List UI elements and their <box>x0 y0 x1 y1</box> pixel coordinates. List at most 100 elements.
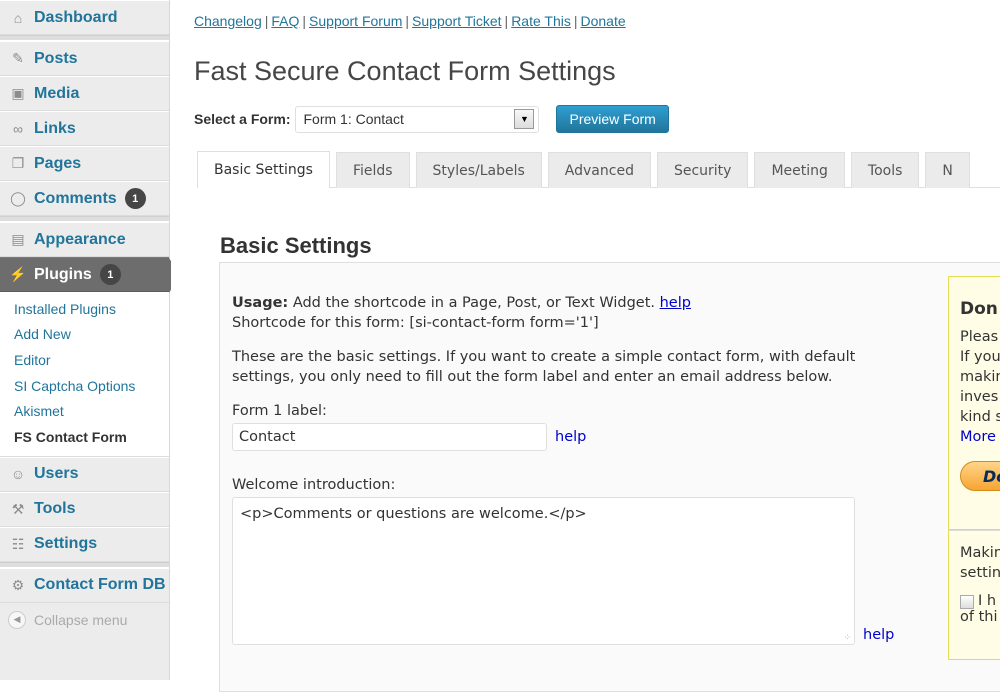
tab-security[interactable]: Security <box>656 152 749 188</box>
donate-line: kind s <box>960 409 1000 425</box>
chevron-down-icon[interactable]: ▼ <box>514 109 535 129</box>
link-separator: | <box>264 13 269 29</box>
form-label-help-link[interactable]: help <box>555 427 586 447</box>
faq-link[interactable]: FAQ <box>271 13 299 29</box>
collapse-menu-label: Collapse menu <box>34 611 128 628</box>
sidebar-item-posts[interactable]: ✎ Posts <box>0 41 169 76</box>
form-label-input[interactable]: Contact <box>232 423 547 451</box>
link-separator: | <box>405 13 410 29</box>
donated-checkbox-label: I h of thi <box>960 593 998 625</box>
tab-next-truncated[interactable]: N <box>925 152 970 188</box>
link-icon: ∞ <box>13 120 23 137</box>
admin-sidebar: ⌂ Dashboard ✎ Posts ▣ Media ∞ Links ❐ Pa… <box>0 0 180 680</box>
sidebar-item-pages[interactable]: ❐ Pages <box>0 146 169 181</box>
support-ticket-link[interactable]: Support Ticket <box>412 13 502 29</box>
sidebar-item-contact-form-db[interactable]: ⚙ Contact Form DB <box>0 567 169 603</box>
sidebar-item-label: Contact Form DB <box>34 576 166 594</box>
plugins-submenu: Installed Plugins Add New Editor SI Capt… <box>0 292 169 457</box>
sidebar-item-label: Tools <box>34 500 76 518</box>
welcome-intro-textarea[interactable]: <p>Comments or questions are welcome.</p… <box>232 497 855 645</box>
sidebar-item-links[interactable]: ∞ Links <box>0 111 169 146</box>
sidebar-item-label: Plugins <box>34 265 92 283</box>
form-select-dropdown[interactable]: Form 1: Contact ▼ <box>295 105 540 133</box>
tab-basic-settings[interactable]: Basic Settings <box>197 151 330 188</box>
donate-line: Pleas <box>960 329 999 345</box>
collapse-arrow-icon: ◀ <box>8 610 26 629</box>
usage-label: Usage: <box>232 295 289 311</box>
sidebar-item-settings[interactable]: ☷ Settings <box>0 526 169 562</box>
main-content: Changelog | FAQ | Support Forum | Support Tick… <box>171 0 1000 692</box>
page-title: Fast Secure Contact Form Settings <box>194 56 616 86</box>
donate-line: makin <box>960 369 1000 385</box>
home-icon: ⌂ <box>13 9 23 26</box>
checkbox-label-line: of thi <box>960 609 998 625</box>
sidebar-item-appearance[interactable]: ▤ Appearance <box>0 222 169 257</box>
resize-grip-icon[interactable]: ⁘ <box>843 634 850 643</box>
plugin-links: Changelog | FAQ | Support Forum | Support Tick… <box>194 13 626 29</box>
donated-checkbox[interactable] <box>960 595 974 609</box>
tab-advanced[interactable]: Advanced <box>547 152 651 188</box>
sidebar-item-label: Users <box>34 465 79 483</box>
comments-count-badge: 1 <box>124 188 146 209</box>
donate-making-text: Makin settin <box>960 543 1000 583</box>
intro-text: These are the basic settings. If you wan… <box>232 349 856 385</box>
tab-tools[interactable]: Tools <box>850 152 920 188</box>
usage-block: Usage: Add the shortcode in a Page, Post… <box>232 293 912 333</box>
appearance-icon: ▤ <box>11 231 25 247</box>
sidebar-item-plugins[interactable]: ⚡ Plugins 1 <box>0 257 180 293</box>
changelog-link[interactable]: Changelog <box>194 13 262 29</box>
sidebar-item-label: Dashboard <box>34 8 118 26</box>
usage-text: Add the shortcode in a Page, Post, or Te… <box>292 295 655 311</box>
link-separator: | <box>302 13 307 29</box>
sidebar-item-users[interactable]: ☺ Users <box>0 456 169 492</box>
form-label-label: Form 1 label: <box>232 403 327 419</box>
donate-text: Pleas If you makin inves kind s More <box>960 327 1000 447</box>
gear-icon: ⚙ <box>11 576 25 593</box>
settings-content: Usage: Add the shortcode in a Page, Post… <box>232 293 912 645</box>
sidebar-item-label: Settings <box>34 535 98 553</box>
submenu-installed-plugins[interactable]: Installed Plugins <box>0 296 169 322</box>
support-forum-link[interactable]: Support Forum <box>309 13 402 29</box>
sidebar-item-label: Media <box>34 84 80 102</box>
welcome-intro-row: <p>Comments or questions are welcome.</p… <box>232 497 912 645</box>
sidebar-item-label: Links <box>34 119 76 137</box>
settings-tabs: Basic Settings Fields Styles/Labels Adva… <box>197 151 976 188</box>
welcome-intro-help-link[interactable]: help <box>863 625 894 645</box>
paypal-donate-button[interactable]: Do <box>960 461 1000 491</box>
donate-link[interactable]: Donate <box>581 13 626 29</box>
preview-form-button[interactable]: Preview Form <box>556 105 669 133</box>
tab-styles-labels[interactable]: Styles/Labels <box>415 152 542 188</box>
sidebar-item-label: Posts <box>34 49 78 67</box>
media-icon: ▣ <box>11 85 25 101</box>
sidebar-item-comments[interactable]: ◯ Comments 1 <box>0 181 169 216</box>
comment-icon: ◯ <box>10 190 26 206</box>
form-select-value: Form 1: Contact <box>303 111 404 127</box>
donate-line: If you <box>960 349 1000 365</box>
tab-fields[interactable]: Fields <box>335 152 410 188</box>
pushpin-icon: ✎ <box>12 50 24 66</box>
sidebar-item-dashboard[interactable]: ⌂ Dashboard <box>0 0 169 35</box>
submenu-si-captcha-options[interactable]: SI Captcha Options <box>0 373 169 399</box>
sidebar-item-tools[interactable]: ⚒ Tools <box>0 491 169 527</box>
plug-icon: ⚡ <box>9 266 27 282</box>
usage-help-link[interactable]: help <box>660 295 691 311</box>
donate-making-line: settin <box>960 565 1000 581</box>
donate-box: Don Pleas If you makin inves kind s More… <box>948 276 1000 530</box>
tools-icon: ⚒ <box>11 500 25 517</box>
submenu-akismet[interactable]: Akismet <box>0 398 169 424</box>
form-select-row: Select a Form: Form 1: Contact ▼ Preview… <box>194 105 669 133</box>
submenu-editor[interactable]: Editor <box>0 347 169 373</box>
sidebar-item-label: Pages <box>34 154 82 172</box>
donate-more-link[interactable]: More <box>960 427 1000 447</box>
sidebar-item-media[interactable]: ▣ Media <box>0 76 169 111</box>
link-separator: | <box>504 13 509 29</box>
donate-confirm-box: Makin settin I h of thi <box>948 530 1000 660</box>
rate-this-link[interactable]: Rate This <box>511 13 571 29</box>
submenu-fs-contact-form[interactable]: FS Contact Form <box>0 424 169 450</box>
users-icon: ☺ <box>10 466 26 483</box>
sidebar-item-label: Comments <box>34 189 117 207</box>
tab-meeting[interactable]: Meeting <box>754 152 845 188</box>
section-title: Basic Settings <box>220 233 372 258</box>
submenu-add-new[interactable]: Add New <box>0 322 169 348</box>
collapse-menu-button[interactable]: ◀ Collapse menu <box>0 603 169 637</box>
